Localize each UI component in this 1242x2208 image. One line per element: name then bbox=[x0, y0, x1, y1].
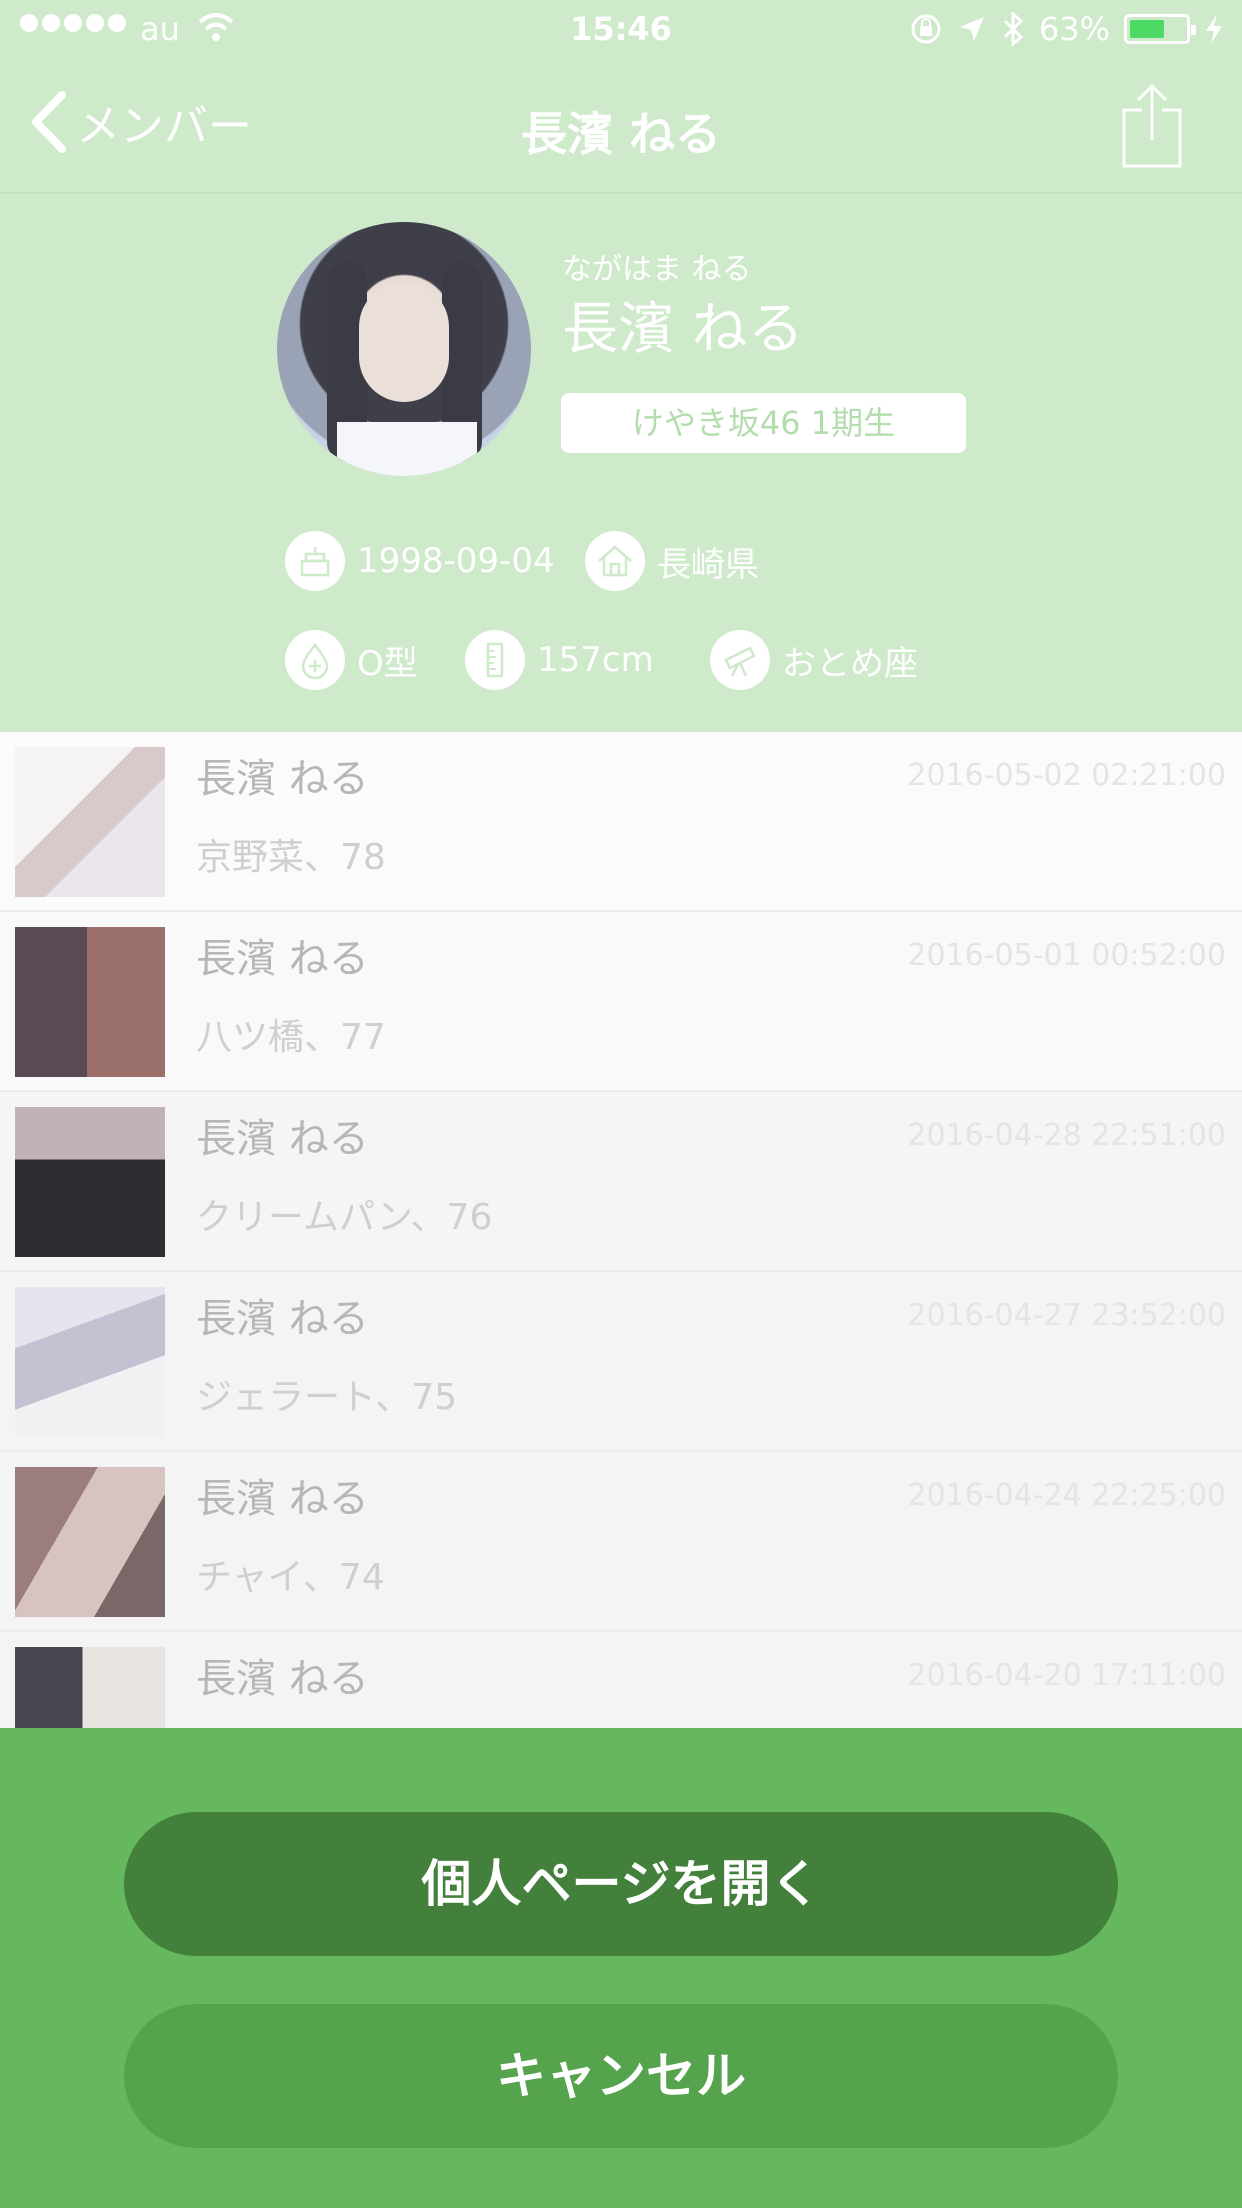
location-icon bbox=[959, 17, 984, 41]
post-thumbnail bbox=[15, 1647, 165, 1728]
blood-drop-icon bbox=[285, 630, 345, 690]
post-title: チャイ、74 bbox=[196, 1557, 385, 1598]
height-value: 157cm bbox=[537, 640, 654, 680]
navigation-bar: メンバー 長濱 ねる bbox=[0, 60, 1242, 194]
post-author: 長濱 ねる bbox=[196, 1296, 369, 1342]
list-item[interactable]: 長濱 ねる 京野菜、78 2016-05-02 02:21:00 bbox=[0, 732, 1242, 912]
birthday-cake-icon bbox=[285, 531, 345, 591]
post-author: 長濱 ねる bbox=[196, 1116, 369, 1162]
list-item[interactable]: 長濱 ねる ジェラート、75 2016-04-27 23:52:00 bbox=[0, 1272, 1242, 1452]
post-author: 長濱 ねる bbox=[196, 1476, 369, 1522]
list-item[interactable]: 長濱 ねる クリームパン、76 2016-04-28 22:51:00 bbox=[0, 1092, 1242, 1272]
post-author: 長濱 ねる bbox=[196, 936, 369, 982]
hometown-info: 長崎県 bbox=[585, 531, 759, 591]
avatar bbox=[277, 222, 531, 476]
page-title: 長濱 ねる bbox=[520, 107, 721, 161]
list-item[interactable]: 長濱 ねる 2016-04-20 17:11:00 bbox=[0, 1632, 1242, 1728]
post-author: 長濱 ねる bbox=[196, 1656, 369, 1702]
birthday-value: 1998-09-04 bbox=[357, 541, 555, 581]
member-name: 長濱 ねる bbox=[562, 297, 804, 362]
post-thumbnail bbox=[15, 927, 165, 1077]
post-date: 2016-04-24 22:25:00 bbox=[907, 1478, 1226, 1513]
post-thumbnail bbox=[15, 1467, 165, 1617]
post-date: 2016-04-20 17:11:00 bbox=[907, 1658, 1226, 1693]
status-bar: au 15:46 63% bbox=[0, 0, 1242, 60]
action-sheet: 個人ページを開く キャンセル bbox=[0, 1728, 1242, 2208]
profile-header: au 15:46 63% メンバー 長濱 ねる ながはま ねる 長濱 ねる けや… bbox=[0, 0, 1242, 732]
post-thumbnail bbox=[15, 747, 165, 897]
birthday-info: 1998-09-04 bbox=[285, 531, 555, 591]
blog-post-list: 長濱 ねる 京野菜、78 2016-05-02 02:21:00 長濱 ねる 八… bbox=[0, 732, 1242, 1728]
post-thumbnail bbox=[15, 1287, 165, 1437]
telescope-icon bbox=[710, 630, 770, 690]
post-author: 長濱 ねる bbox=[196, 756, 369, 802]
blood-type-info: O型 bbox=[285, 630, 418, 690]
rotation-lock-icon bbox=[911, 14, 941, 44]
post-date: 2016-05-02 02:21:00 bbox=[907, 758, 1226, 793]
bluetooth-icon bbox=[1003, 12, 1024, 46]
hometown-value: 長崎県 bbox=[657, 544, 759, 585]
constellation-info: おとめ座 bbox=[710, 630, 918, 690]
post-date: 2016-04-28 22:51:00 bbox=[907, 1118, 1226, 1153]
blood-type-value: O型 bbox=[357, 643, 418, 684]
battery-icon bbox=[1124, 14, 1196, 44]
home-icon bbox=[585, 531, 645, 591]
post-title: 八ツ橋、77 bbox=[196, 1017, 386, 1058]
post-date: 2016-04-27 23:52:00 bbox=[907, 1298, 1226, 1333]
charging-icon bbox=[1206, 14, 1222, 44]
battery-percentage: 63% bbox=[1038, 10, 1110, 48]
post-title: クリームパン、76 bbox=[196, 1197, 493, 1238]
generation-badge: けやき坂46 1期生 bbox=[561, 393, 966, 453]
constellation-value: おとめ座 bbox=[782, 643, 918, 684]
list-item[interactable]: 長濱 ねる 八ツ橋、77 2016-05-01 00:52:00 bbox=[0, 912, 1242, 1092]
cancel-button[interactable]: キャンセル bbox=[124, 2004, 1118, 2148]
height-info: 157cm bbox=[465, 630, 654, 690]
post-title: 京野菜、78 bbox=[196, 837, 386, 878]
post-date: 2016-05-01 00:52:00 bbox=[907, 938, 1226, 973]
share-icon[interactable] bbox=[1120, 82, 1184, 170]
post-thumbnail bbox=[15, 1107, 165, 1257]
battery-level bbox=[1130, 20, 1165, 38]
ruler-icon bbox=[465, 630, 525, 690]
post-title: ジェラート、75 bbox=[196, 1377, 458, 1418]
open-personal-page-button[interactable]: 個人ページを開く bbox=[124, 1812, 1118, 1956]
member-name-kana: ながはま ねる bbox=[562, 252, 752, 287]
list-item[interactable]: 長濱 ねる チャイ、74 2016-04-24 22:25:00 bbox=[0, 1452, 1242, 1632]
